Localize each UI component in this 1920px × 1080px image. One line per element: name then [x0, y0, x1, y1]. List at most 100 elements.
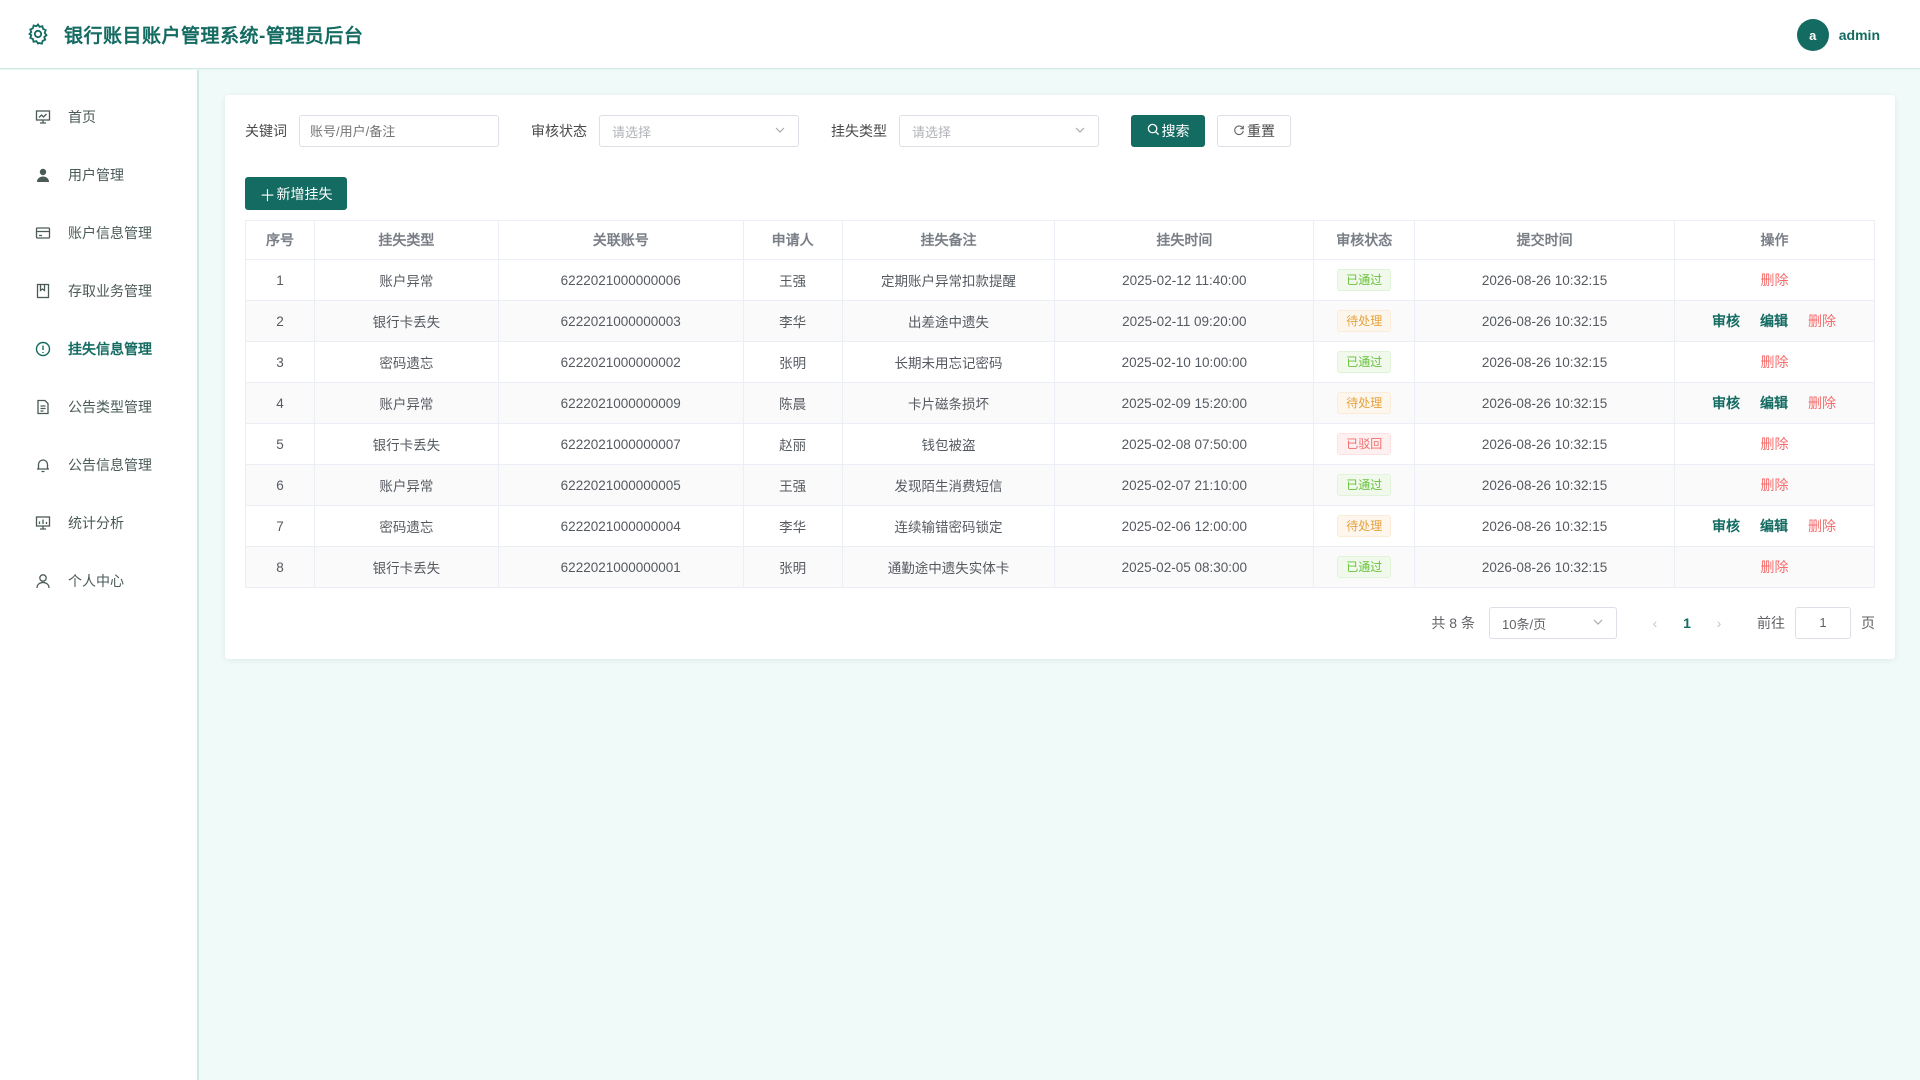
- status-badge: 已通过: [1337, 556, 1392, 578]
- sidebar-item-3[interactable]: 账户信息管理: [0, 204, 197, 262]
- sidebar-item-1[interactable]: 首页: [0, 88, 197, 146]
- sidebar-item-label: 首页: [68, 109, 96, 125]
- delete-button[interactable]: 删除: [1808, 393, 1836, 413]
- credit-card-icon: [34, 224, 52, 242]
- keyword-input[interactable]: [299, 115, 499, 147]
- delete-button[interactable]: 删除: [1761, 434, 1789, 454]
- goto-label: 前往: [1757, 615, 1785, 631]
- sidebar-item-label: 统计分析: [68, 515, 124, 531]
- page-number[interactable]: 1: [1671, 615, 1703, 631]
- cell-actions: 审核 编辑 删除: [1674, 505, 1875, 547]
- page-size-select[interactable]: 10条/页: [1489, 607, 1617, 639]
- sidebar-item-9[interactable]: 个人中心: [0, 552, 197, 610]
- cell-applicant: 王强: [742, 464, 843, 506]
- cell-account: 6222021000000009: [497, 382, 744, 424]
- loss-table: 序号 挂失类型 关联账号 申请人 挂失备注 挂失时间 审核状态 提交时间 操作 …: [245, 220, 1875, 588]
- cell-loss-time: 2025-02-07 21:10:00: [1054, 464, 1315, 506]
- sidebar-item-label: 挂失信息管理: [68, 341, 152, 357]
- status-select[interactable]: 请选择: [599, 115, 799, 147]
- cell-submit-time: 2026-08-26 10:32:15: [1414, 259, 1675, 301]
- prev-page-icon[interactable]: ‹: [1639, 615, 1671, 631]
- status-badge: 待处理: [1337, 515, 1392, 537]
- audit-button[interactable]: 审核: [1712, 393, 1740, 413]
- sidebar-item-label: 账户信息管理: [68, 225, 152, 241]
- sidebar-menu: 首页用户管理账户信息管理 存取业务管理 挂失信息管理 公告类型管理 公告信息管理 统计分析…: [0, 70, 197, 610]
- delete-button[interactable]: 删除: [1808, 516, 1836, 536]
- search-icon: [1147, 123, 1162, 139]
- delete-button[interactable]: 删除: [1761, 352, 1789, 372]
- goto-page-input[interactable]: 1: [1795, 607, 1851, 639]
- sidebar-item-5[interactable]: 挂失信息管理: [0, 320, 197, 378]
- status-select-placeholder: 请选择: [612, 124, 652, 140]
- cell-type: 银行卡丢失: [313, 300, 499, 342]
- reset-button[interactable]: 重置: [1217, 115, 1291, 147]
- cell-loss-time: 2025-02-12 11:40:00: [1054, 259, 1315, 301]
- sidebar-item-label: 公告信息管理: [68, 457, 152, 473]
- type-label: 挂失类型: [831, 123, 887, 139]
- chevron-down-icon: [774, 124, 786, 139]
- audit-button[interactable]: 审核: [1712, 311, 1740, 331]
- page-size-value: 10条/页: [1502, 616, 1547, 632]
- delete-button[interactable]: 删除: [1761, 270, 1789, 290]
- cell-submit-time: 2026-08-26 10:32:15: [1414, 341, 1675, 383]
- sidebar-item-label: 存取业务管理: [68, 283, 152, 299]
- cell-loss-time: 2025-02-08 07:50:00: [1054, 423, 1315, 465]
- sidebar-item-2[interactable]: 用户管理: [0, 146, 197, 204]
- cell-applicant: 王强: [742, 259, 843, 301]
- main-card: 关键词 审核状态 请选择 挂失类型 请选择 搜索 重置 ＋ 新增挂失 序号 挂失…: [225, 95, 1895, 659]
- cell-submit-time: 2026-08-26 10:32:15: [1414, 423, 1675, 465]
- user-menu[interactable]: a admin: [1796, 19, 1880, 51]
- cell-no: 2: [245, 300, 315, 342]
- cell-status: 已通过: [1313, 464, 1416, 506]
- cell-status: 待处理: [1313, 382, 1416, 424]
- cell-type: 账户异常: [313, 259, 499, 301]
- search-button[interactable]: 搜索: [1131, 115, 1205, 147]
- avatar[interactable]: a: [1796, 19, 1829, 51]
- cell-type: 密码遗忘: [313, 505, 499, 547]
- cell-remark: 卡片磁条损坏: [841, 382, 1056, 424]
- app-title: 银行账目账户管理系统-管理员后台: [64, 25, 364, 47]
- notebook-icon: [34, 282, 52, 300]
- cell-account: 6222021000000004: [497, 505, 744, 547]
- cell-status: 已通过: [1313, 546, 1416, 588]
- cell-status: 待处理: [1313, 300, 1416, 342]
- audit-button[interactable]: 审核: [1712, 516, 1740, 536]
- status-badge: 已通过: [1337, 474, 1392, 496]
- sidebar-item-6[interactable]: 公告类型管理: [0, 378, 197, 436]
- user-icon: [34, 166, 52, 184]
- next-page-icon[interactable]: ›: [1703, 615, 1735, 631]
- edit-button[interactable]: 编辑: [1760, 516, 1788, 536]
- edit-button[interactable]: 编辑: [1760, 311, 1788, 331]
- reset-button-label: 重置: [1247, 123, 1275, 139]
- cell-actions: 删除: [1674, 546, 1875, 588]
- delete-button[interactable]: 删除: [1808, 311, 1836, 331]
- sidebar-item-7[interactable]: 公告信息管理: [0, 436, 197, 494]
- cell-no: 7: [245, 505, 315, 547]
- cell-actions: 删除: [1674, 341, 1875, 383]
- delete-button[interactable]: 删除: [1761, 557, 1789, 577]
- status-badge: 已通过: [1337, 351, 1392, 373]
- total-count: 共 8 条: [1431, 615, 1475, 631]
- sidebar-item-8[interactable]: 统计分析: [0, 494, 197, 552]
- status-badge: 待处理: [1337, 310, 1392, 332]
- add-loss-button[interactable]: ＋ 新增挂失: [245, 177, 347, 210]
- col-header: 挂失备注: [841, 220, 1056, 260]
- cell-actions: 删除: [1674, 423, 1875, 465]
- cell-no: 1: [245, 259, 315, 301]
- cell-status: 已驳回: [1313, 423, 1416, 465]
- table-row: 5 银行卡丢失 6222021000000007 赵丽 钱包被盗 2025-02-08 0…: [245, 423, 1875, 465]
- pagination: 共 8 条 10条/页 ‹ 1 › 前往 1 页: [1431, 607, 1875, 639]
- edit-button[interactable]: 编辑: [1760, 393, 1788, 413]
- type-select[interactable]: 请选择: [899, 115, 1099, 147]
- username[interactable]: admin: [1839, 27, 1880, 43]
- delete-button[interactable]: 删除: [1761, 475, 1789, 495]
- document-icon: [34, 398, 52, 416]
- cell-no: 8: [245, 546, 315, 588]
- cell-actions: 审核 编辑 删除: [1674, 300, 1875, 342]
- sidebar-item-4[interactable]: 存取业务管理: [0, 262, 197, 320]
- cell-type: 银行卡丢失: [313, 546, 499, 588]
- cell-submit-time: 2026-08-26 10:32:15: [1414, 505, 1675, 547]
- chevron-down-icon: [1074, 124, 1086, 139]
- sidebar-item-label: 公告类型管理: [68, 399, 152, 415]
- cell-account: 6222021000000006: [497, 259, 744, 301]
